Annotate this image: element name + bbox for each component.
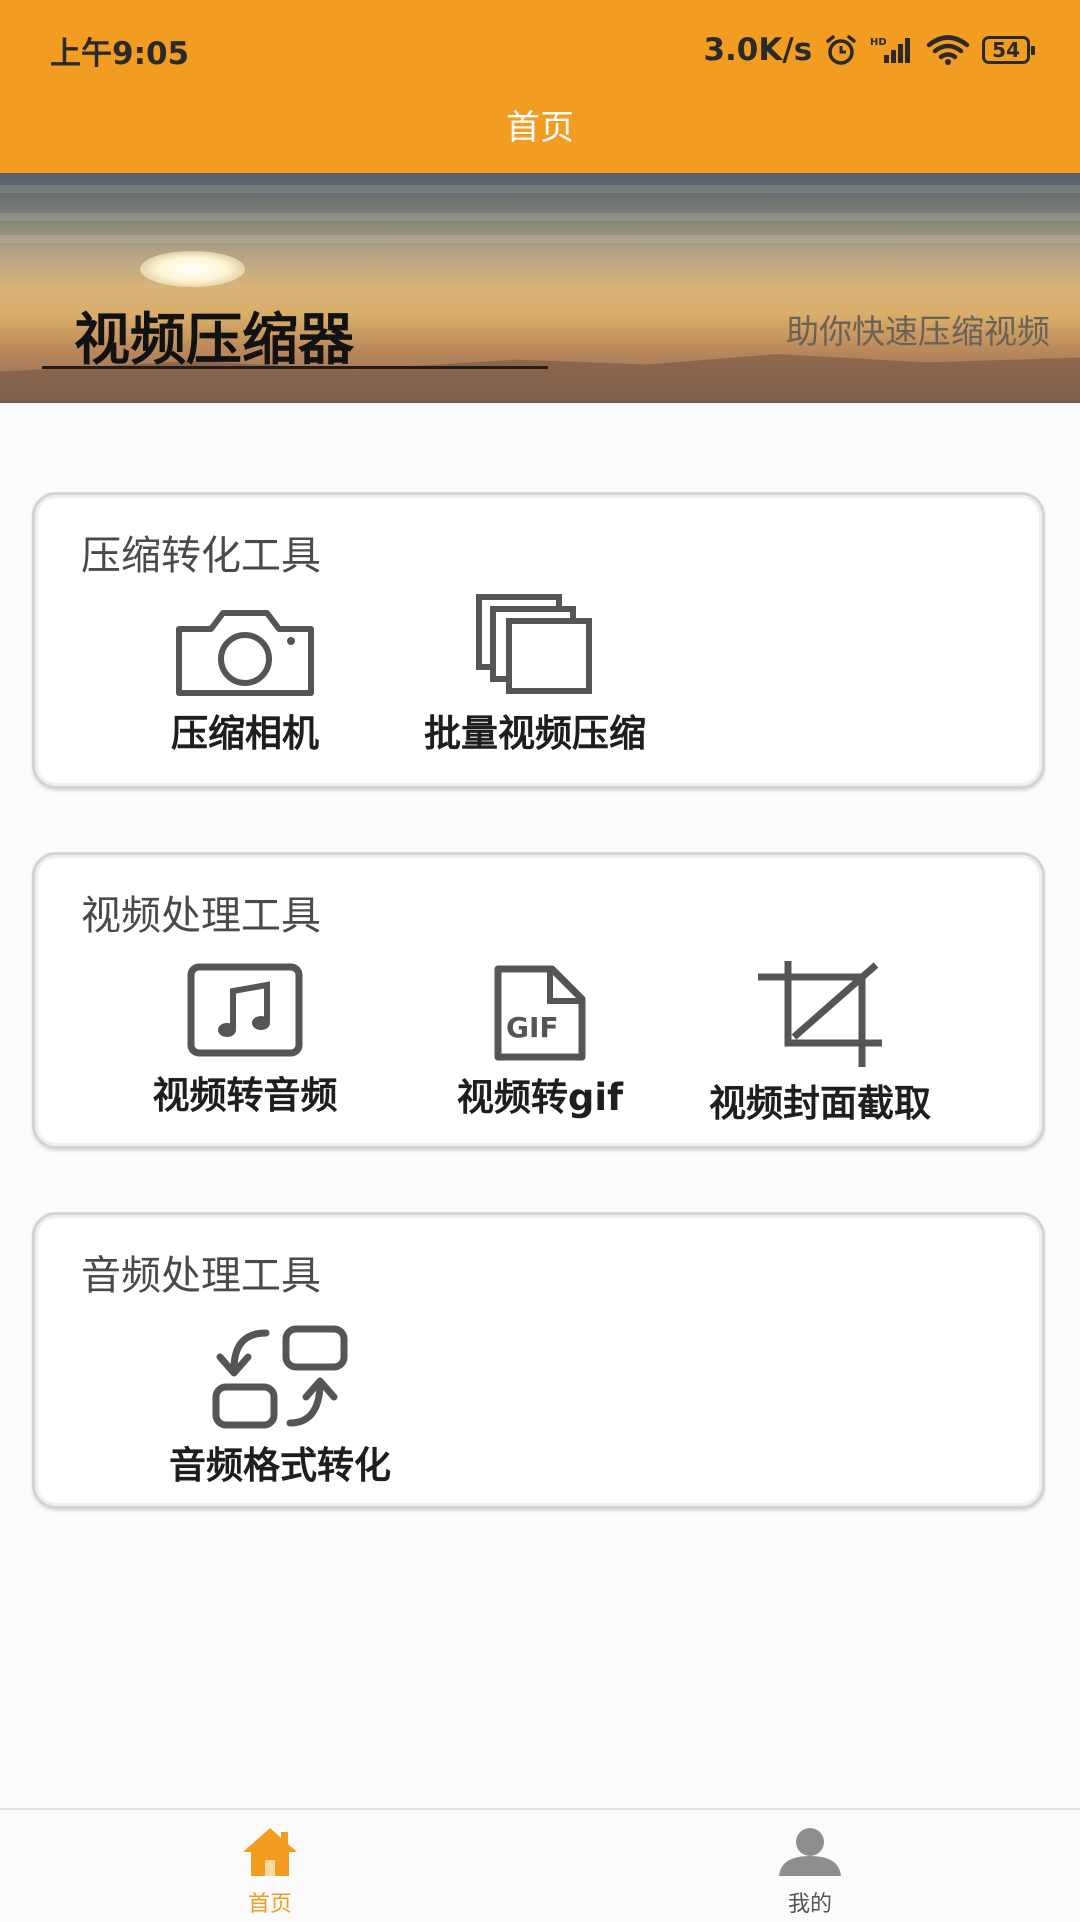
tool-audio-format-convert[interactable]: 音频格式转化 <box>115 1325 445 1489</box>
tool-label: 视频转gif <box>456 1076 624 1119</box>
app-header: 首页 <box>0 100 1080 173</box>
banner-title: 视频压缩器 <box>74 308 354 373</box>
status-bar: 上午9:05 3.0K/s HD 54 <box>0 0 1080 100</box>
bottom-nav: 首页 我的 <box>0 1808 1080 1922</box>
music-note-icon <box>187 963 303 1057</box>
home-icon <box>243 1828 297 1876</box>
status-indicators: 3.0K/s HD 54 <box>703 32 1035 68</box>
tool-label: 视频转音频 <box>152 1074 338 1117</box>
banner-cloud-streak <box>0 185 1080 193</box>
svg-text:GIF: GIF <box>506 1011 559 1044</box>
tool-video-to-gif[interactable]: GIF 视频转gif <box>435 965 645 1121</box>
section-title: 视频处理工具 <box>81 893 321 939</box>
banner-sun <box>140 251 245 287</box>
stacked-pages-icon <box>476 594 592 694</box>
camera-icon <box>176 610 314 696</box>
tool-video-to-audio[interactable]: 视频转音频 <box>135 963 355 1119</box>
tool-label: 音频格式转化 <box>169 1444 391 1487</box>
nav-label: 首页 <box>247 1892 292 1917</box>
hd-signal-icon: HD <box>870 37 911 63</box>
gif-file-icon: GIF <box>494 965 586 1061</box>
section-title: 音频处理工具 <box>81 1253 321 1299</box>
tool-compress-camera[interactable]: 压缩相机 <box>145 607 345 757</box>
tool-video-cover-capture[interactable]: 视频封面截取 <box>690 961 950 1127</box>
banner-cloud-streak <box>0 213 1080 221</box>
status-time: 上午9:05 <box>50 35 190 72</box>
nav-item-home[interactable]: 首页 <box>190 1826 350 1918</box>
banner-underline <box>42 366 548 369</box>
banner: 视频压缩器 助你快速压缩视频 <box>0 173 1080 403</box>
nav-item-mine[interactable]: 我的 <box>730 1826 890 1918</box>
alarm-icon <box>826 35 856 65</box>
user-icon <box>779 1828 841 1876</box>
section-compression-tools: 压缩转化工具 压缩相机 批量视频压缩 <box>32 492 1045 789</box>
tool-batch-video-compress[interactable]: 批量视频压缩 <box>395 593 675 757</box>
network-speed: 3.0K/s <box>703 32 813 68</box>
section-audio-tools: 音频处理工具 音频格式转化 <box>32 1212 1045 1509</box>
nav-label: 我的 <box>787 1892 832 1917</box>
svg-text:HD: HD <box>870 37 887 48</box>
section-title: 压缩转化工具 <box>81 533 321 579</box>
tool-label: 视频封面截取 <box>709 1082 931 1125</box>
battery-icon: 54 <box>982 36 1035 64</box>
tool-label: 批量视频压缩 <box>424 712 646 755</box>
wifi-icon <box>926 35 970 65</box>
crop-icon <box>758 961 882 1067</box>
tool-label: 压缩相机 <box>171 712 319 755</box>
swap-format-icon <box>212 1325 348 1429</box>
banner-subtitle: 助你快速压缩视频 <box>786 312 1050 351</box>
page-title: 首页 <box>506 108 574 148</box>
section-video-tools: 视频处理工具 视频转音频 GIF 视频转gif 视频封面截取 <box>32 852 1045 1149</box>
banner-cloud-streak <box>0 235 1080 243</box>
